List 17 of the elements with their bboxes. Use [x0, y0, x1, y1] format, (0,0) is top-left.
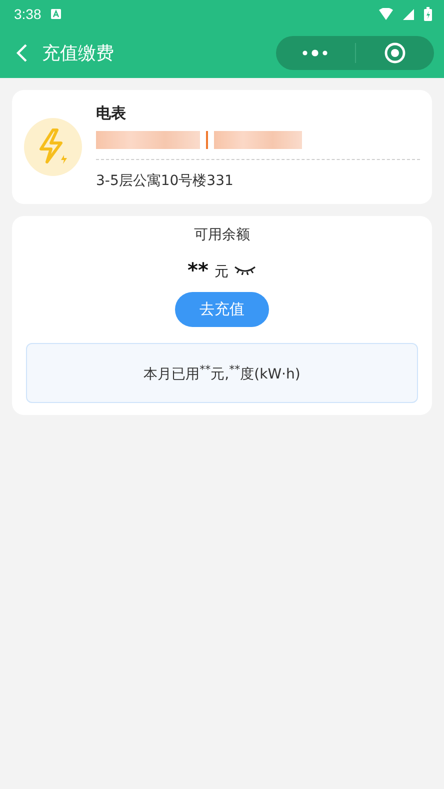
balance-label: 可用余额 — [194, 226, 250, 244]
monthly-usage: 本月已用$^{**}$元,$^{**}$度(kW·h) — [144, 362, 300, 384]
notification-icon — [51, 9, 62, 19]
recharge-button[interactable]: 去充值 — [175, 292, 269, 327]
eye-closed-icon[interactable] — [234, 265, 256, 275]
balance-amount: ** — [188, 258, 208, 282]
more-icon — [302, 49, 328, 57]
back-icon[interactable] — [16, 43, 28, 63]
wifi-icon — [379, 8, 393, 20]
status-time: 3:38 — [14, 6, 42, 22]
meter-type: 电表 — [96, 104, 127, 123]
battery-icon — [424, 7, 432, 21]
target-icon — [384, 42, 406, 64]
balance-unit: 元 — [214, 263, 228, 281]
signal-icon — [403, 8, 414, 20]
meter-address: 3-5层公寓10号楼331 — [96, 172, 234, 190]
page-title: 充值缴费 — [42, 42, 114, 65]
